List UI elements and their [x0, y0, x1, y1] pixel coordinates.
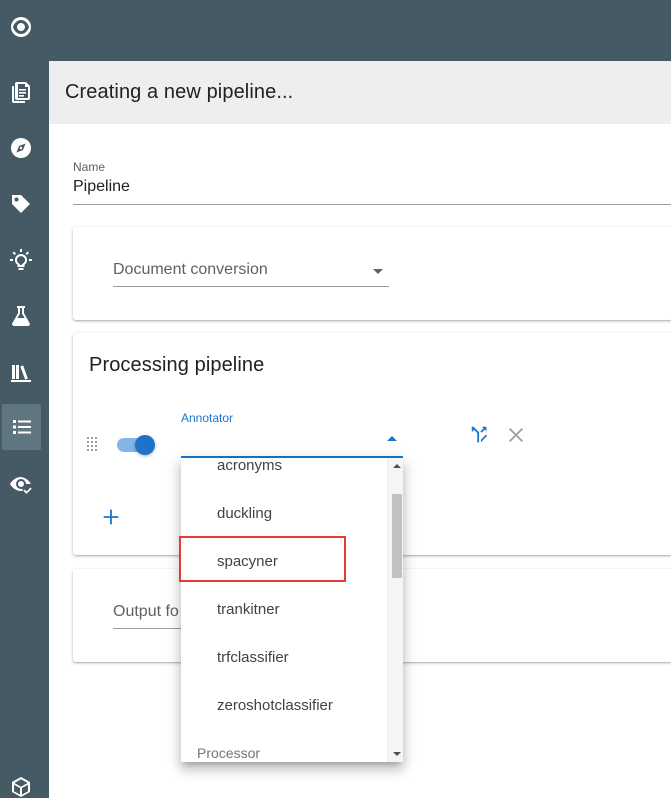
document-icon	[12, 82, 30, 103]
sidebar-item-experiments[interactable]	[0, 293, 42, 339]
highlight-annotation	[179, 536, 346, 582]
app-root: Creating a new pipeline... Name Pipeline…	[0, 0, 671, 798]
eye-logo-icon	[11, 17, 31, 37]
chevron-up-icon	[387, 436, 397, 441]
annotator-dropdown-menu[interactable]: acronyms duckling spacyner trankitner tr…	[181, 458, 403, 762]
eye-check-icon	[10, 477, 32, 494]
processing-pipeline-title: Processing pipeline	[89, 354, 265, 376]
cube-icon	[12, 777, 30, 797]
dropdown-scrollbar[interactable]	[387, 458, 403, 762]
dropdown-list: acronyms duckling spacyner trankitner tr…	[181, 458, 387, 762]
fork-step-button[interactable]	[467, 422, 493, 448]
scroll-down-icon[interactable]	[393, 752, 401, 756]
document-conversion-card: Document conversion	[73, 227, 671, 320]
sidebar-item-documents[interactable]	[0, 69, 42, 115]
sidebar	[0, 0, 49, 798]
logo-button[interactable]	[0, 4, 42, 50]
document-conversion-placeholder: Document conversion	[113, 261, 268, 278]
scroll-up-icon[interactable]	[393, 464, 401, 468]
dropdown-item-trfclassifier[interactable]: trfclassifier	[181, 633, 387, 681]
annotator-label: Annotator	[181, 411, 234, 425]
dropdown-group-label: Processor	[197, 745, 261, 761]
sidebar-item-suggestions[interactable]	[0, 237, 42, 283]
tag-icon	[12, 195, 30, 213]
document-conversion-select[interactable]: Document conversion	[113, 257, 389, 287]
step-enabled-toggle[interactable]	[117, 434, 155, 455]
page-header: Creating a new pipeline...	[49, 61, 671, 124]
flask-icon	[12, 306, 30, 327]
output-format-placeholder: Output fo	[113, 603, 179, 620]
pipeline-name-field[interactable]: Name Pipeline	[73, 160, 671, 205]
library-icon	[11, 365, 31, 382]
lightbulb-icon	[10, 249, 32, 270]
plus-icon	[103, 509, 119, 525]
list-icon	[12, 420, 31, 434]
add-step-button[interactable]	[99, 505, 123, 529]
annotator-select[interactable]: Annotator	[181, 411, 403, 458]
compass-icon	[11, 138, 31, 158]
dropdown-item-acronyms[interactable]: acronyms	[181, 458, 387, 489]
page-title: Creating a new pipeline...	[65, 81, 294, 103]
remove-step-button[interactable]	[503, 422, 529, 448]
close-icon	[508, 427, 524, 443]
sidebar-item-review[interactable]	[0, 461, 42, 507]
sidebar-item-pipelines[interactable]	[2, 404, 41, 450]
name-field-label: Name	[73, 160, 106, 174]
sidebar-item-explore[interactable]	[0, 125, 42, 171]
sidebar-item-library[interactable]	[0, 349, 42, 395]
sidebar-item-modules[interactable]	[0, 764, 42, 798]
toggle-thumb	[135, 435, 155, 455]
drag-handle-icon[interactable]	[87, 437, 99, 451]
dropdown-item-zeroshotclassifier[interactable]: zeroshotclassifier	[181, 681, 387, 729]
sidebar-item-labels[interactable]	[0, 181, 42, 227]
dropdown-item-duckling[interactable]: duckling	[181, 489, 387, 537]
name-field-value[interactable]: Pipeline	[73, 178, 130, 196]
dropdown-item-trankitner[interactable]: trankitner	[181, 585, 387, 633]
app-top-bar	[49, 0, 671, 61]
chevron-down-icon	[373, 269, 383, 274]
scrollbar-thumb[interactable]	[392, 494, 402, 578]
fork-icon	[471, 426, 488, 443]
